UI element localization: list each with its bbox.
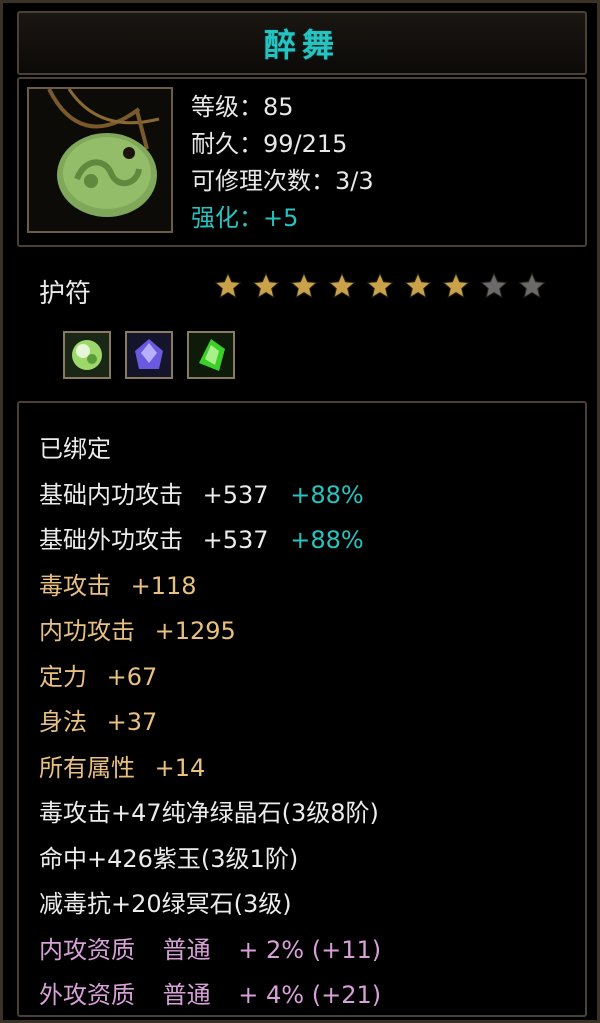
star-filled-icon [289, 271, 319, 301]
category-section: 护符 [3, 251, 600, 401]
purple-gem-icon [125, 331, 173, 379]
item-tooltip: 醉舞 等级：85 耐久：99/215 可修理次数：3/3 强化：+5 护符 已绑… [0, 0, 600, 1023]
attribute-row: 基础内功攻击 +537 +88% [39, 480, 364, 509]
item-name: 醉舞 [263, 26, 340, 64]
star-filled-icon [403, 271, 433, 301]
bonus-row: 定力 +67 [39, 662, 158, 691]
bonus-row: 毒攻击 +118 [39, 571, 197, 600]
gem-effect-row: 命中+426紫玉(3级1阶) [39, 844, 299, 873]
bonus-row: 内功攻击 +1295 [39, 617, 236, 645]
star-empty-icon [479, 271, 509, 301]
enhance-text: 强化：+5 [191, 204, 299, 232]
bonus-row: 身法 +37 [39, 708, 158, 736]
title-bar: 醉舞 [17, 11, 587, 75]
stats-block: 等级：85 耐久：99/215 可修理次数：3/3 强化：+5 [191, 89, 374, 237]
attribute-list: 已绑定 基础内功攻击 +537 +88% 基础外功攻击 +537 +88% 毒攻… [39, 427, 381, 1019]
star-filled-icon [213, 271, 243, 301]
bound-status: 已绑定 [39, 435, 111, 463]
star-rating [213, 271, 547, 301]
gem-sockets [63, 331, 235, 379]
green-crystal-icon [187, 331, 235, 379]
star-filled-icon [441, 271, 471, 301]
level-text: 等级：85 [191, 93, 294, 121]
star-filled-icon [327, 271, 357, 301]
star-filled-icon [251, 271, 281, 301]
bonus-row: 所有属性 +14 [39, 753, 206, 782]
attribute-row: 基础外功攻击 +537 +88% [39, 526, 364, 554]
attribute-panel: 已绑定 基础内功攻击 +537 +88% 基础外功攻击 +537 +88% 毒攻… [17, 401, 587, 1017]
quality-row: 内攻资质 普通 + 2% (+11) [39, 935, 382, 964]
gem-effect-row: 减毒抗+20绿冥石(3级) [39, 890, 292, 918]
category-label: 护符 [39, 279, 92, 309]
green-white-gem-icon [63, 331, 111, 379]
repairs-text: 可修理次数：3/3 [191, 167, 374, 195]
gem-effect-row: 毒攻击+47纯净绿晶石(3级8阶) [39, 799, 379, 827]
durability-text: 耐久：99/215 [191, 130, 348, 158]
star-empty-icon [517, 271, 547, 301]
quality-row: 外攻资质 普通 + 4% (+21) [39, 981, 382, 1009]
amulet-icon [27, 87, 173, 233]
star-filled-icon [365, 271, 395, 301]
item-info-panel: 等级：85 耐久：99/215 可修理次数：3/3 强化：+5 [17, 77, 587, 247]
